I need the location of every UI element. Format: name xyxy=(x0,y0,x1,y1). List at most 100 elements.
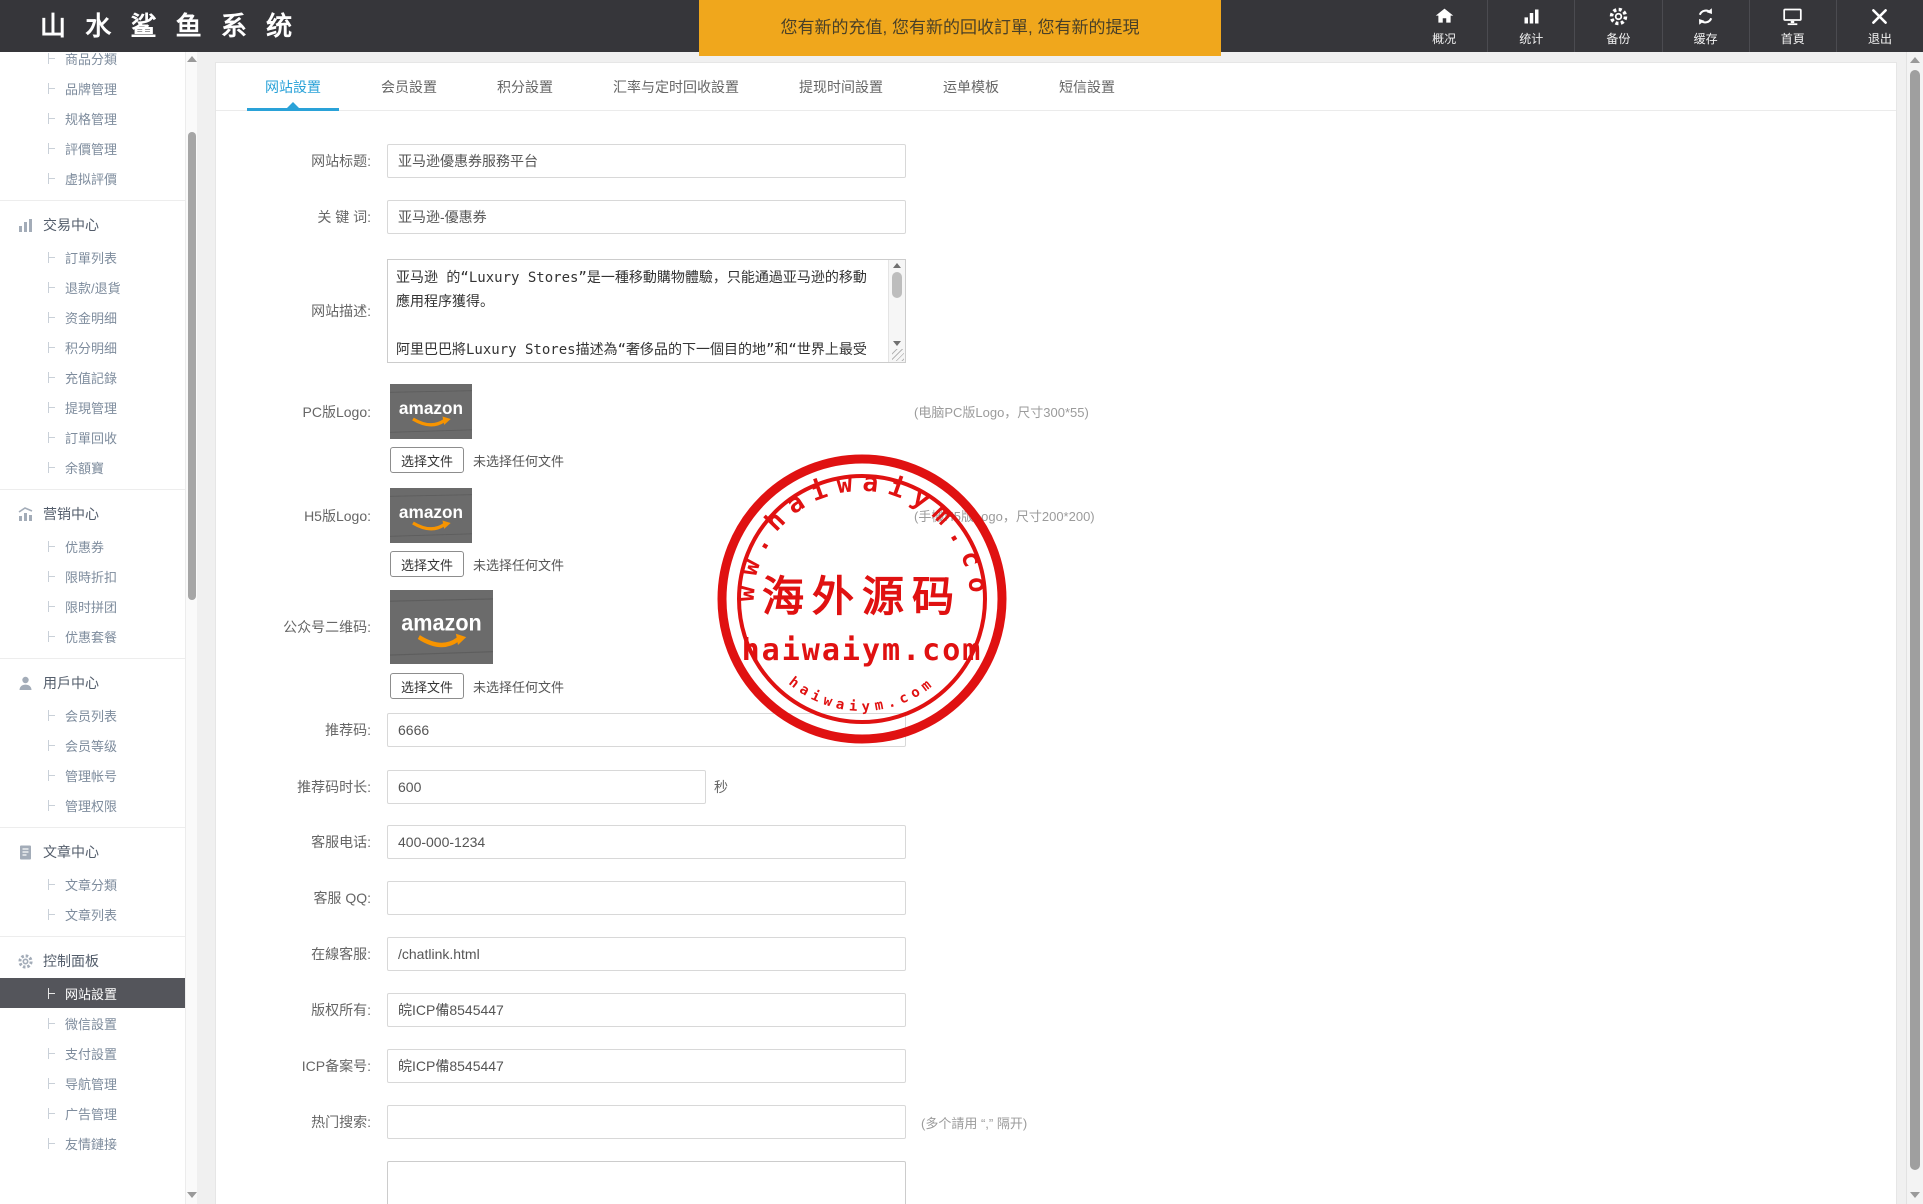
sidebar-item[interactable]: 网站設置 xyxy=(0,978,185,1008)
sidebar-item[interactable]: 提現管理 xyxy=(0,392,185,422)
branch-icon xyxy=(48,83,57,94)
choose-file-button[interactable]: 选择文件 xyxy=(390,447,464,473)
sidebar-item[interactable]: 評價管理 xyxy=(0,133,185,163)
sidebar-item[interactable]: 限时拼团 xyxy=(0,591,185,621)
sidebar-section-control-panel[interactable]: 控制面板 xyxy=(0,944,185,978)
sidebar-item[interactable]: 訂單列表 xyxy=(0,242,185,272)
sidebar-item[interactable]: 管理权限 xyxy=(0,790,185,820)
resize-grip-icon[interactable] xyxy=(892,349,904,361)
sidebar-item[interactable]: 友情鏈接 xyxy=(0,1128,185,1158)
nav-cache[interactable]: 缓存 xyxy=(1662,0,1749,52)
sidebar-section-trade[interactable]: 交易中心 xyxy=(0,208,185,242)
page-scrollbar-thumb[interactable] xyxy=(1910,70,1920,1170)
branch-icon xyxy=(48,1018,57,1029)
sidebar-item[interactable]: 訂單回收 xyxy=(0,422,185,452)
sidebar-item[interactable]: 规格管理 xyxy=(0,103,185,133)
choose-file-button[interactable]: 选择文件 xyxy=(390,673,464,699)
tab[interactable]: 网站設置 xyxy=(247,63,339,110)
sidebar-item[interactable]: 退款/退貨 xyxy=(0,272,185,302)
scroll-down-icon[interactable] xyxy=(893,341,901,346)
sidebar-item[interactable]: 导航管理 xyxy=(0,1068,185,1098)
branch-icon xyxy=(48,800,57,811)
sidebar-item[interactable]: 积分明细 xyxy=(0,332,185,362)
tab[interactable]: 会员設置 xyxy=(363,63,455,110)
textarea-scrollbar xyxy=(888,260,905,362)
nav-stats[interactable]: 统计 xyxy=(1487,0,1574,52)
scroll-up-icon[interactable] xyxy=(187,56,197,62)
sidebar-item[interactable]: 品牌管理 xyxy=(0,73,185,103)
sidebar-item[interactable]: 商品分類 xyxy=(0,52,185,73)
ref-code-input[interactable] xyxy=(387,713,906,747)
sidebar-item[interactable]: 优惠券 xyxy=(0,531,185,561)
sidebar-item[interactable]: 会员列表 xyxy=(0,700,185,730)
sidebar-section-users[interactable]: 用戶中心 xyxy=(0,666,185,700)
tab[interactable]: 运单模板 xyxy=(925,63,1017,110)
icp-input[interactable] xyxy=(387,1049,906,1083)
sidebar-section-label: 营销中心 xyxy=(43,504,99,524)
sidebar-item-label: 管理帐号 xyxy=(65,766,117,785)
sidebar-item[interactable]: 微信設置 xyxy=(0,1008,185,1038)
sidebar-item[interactable]: 管理帐号 xyxy=(0,760,185,790)
nav-backup[interactable]: 备份 xyxy=(1574,0,1661,52)
description-textarea[interactable]: 亚马逊 的“Luxury Stores”是一種移動購物體驗，只能通過亚马逊的移動… xyxy=(388,260,905,362)
sidebar-item-label: 評價管理 xyxy=(65,139,117,158)
sidebar-item[interactable]: 余額寶 xyxy=(0,452,185,482)
sidebar-item[interactable]: 资金明细 xyxy=(0,302,185,332)
choose-file-button[interactable]: 选择文件 xyxy=(390,551,464,577)
branch-icon xyxy=(48,541,57,552)
sidebar-item[interactable]: 虚拟評價 xyxy=(0,163,185,193)
form-row-online-service: 在線客服: xyxy=(216,937,1896,971)
textarea-scrollbar-thumb[interactable] xyxy=(892,272,902,298)
form-row-icp: ICP备案号: xyxy=(216,1049,1896,1083)
sidebar-scrollbar-thumb[interactable] xyxy=(188,132,196,600)
keywords-input[interactable] xyxy=(387,200,906,234)
copyright-input[interactable] xyxy=(387,993,906,1027)
sidebar-item[interactable]: 充值記錄 xyxy=(0,362,185,392)
sidebar-item[interactable]: 会员等级 xyxy=(0,730,185,760)
tab[interactable]: 汇率与定时回收設置 xyxy=(595,63,757,110)
scroll-down-icon[interactable] xyxy=(1910,1192,1920,1198)
sidebar-section-marketing[interactable]: 营销中心 xyxy=(0,497,185,531)
monitor-icon xyxy=(1782,6,1803,27)
nav-overview[interactable]: 概况 xyxy=(1401,0,1487,52)
sidebar-section-articles[interactable]: 文章中心 xyxy=(0,835,185,869)
sidebar-item[interactable]: 广告管理 xyxy=(0,1098,185,1128)
tab[interactable]: 提现时间設置 xyxy=(781,63,901,110)
tab[interactable]: 短信設置 xyxy=(1041,63,1133,110)
scroll-up-icon[interactable] xyxy=(1910,57,1920,63)
sidebar-section-label: 交易中心 xyxy=(43,215,99,235)
form-row-site-title: 网站标题: xyxy=(216,144,1896,178)
sidebar-item[interactable]: 支付設置 xyxy=(0,1038,185,1068)
sidebar-top-items: 商品分類 品牌管理 规格管理 評價管理 xyxy=(0,52,185,193)
hot-search-input[interactable] xyxy=(387,1105,906,1139)
sidebar-section-trade-items: 訂單列表 退款/退貨 资金明细 积分明细 xyxy=(0,242,185,482)
branch-icon xyxy=(48,770,57,781)
notification-banner[interactable]: 您有新的充值, 您有新的回收訂單, 您有新的提現 xyxy=(699,0,1221,56)
scroll-down-icon[interactable] xyxy=(187,1192,197,1198)
scroll-up-icon[interactable] xyxy=(893,263,901,268)
branch-icon xyxy=(48,1048,57,1059)
sidebar-item[interactable]: 优惠套餐 xyxy=(0,621,185,651)
ref-duration-input[interactable] xyxy=(387,770,706,804)
tab[interactable]: 积分設置 xyxy=(479,63,571,110)
nav-label: 缓存 xyxy=(1694,30,1718,47)
sidebar-section-users-items: 会员列表 会员等级 管理帐号 管理权限 xyxy=(0,700,185,820)
service-qq-input[interactable] xyxy=(387,881,906,915)
sidebar-item[interactable]: 限時折扣 xyxy=(0,561,185,591)
field-label: 网站描述: xyxy=(216,301,371,321)
nav-homepage[interactable]: 首頁 xyxy=(1749,0,1836,52)
sidebar-item-label: 支付設置 xyxy=(65,1044,117,1063)
bottom-textarea[interactable] xyxy=(387,1161,906,1204)
sidebar-item[interactable]: 文章分類 xyxy=(0,869,185,899)
service-phone-input[interactable] xyxy=(387,825,906,859)
sidebar-item[interactable]: 文章列表 xyxy=(0,899,185,929)
online-service-input[interactable] xyxy=(387,937,906,971)
nav-logout[interactable]: 退出 xyxy=(1836,0,1923,52)
branch-icon xyxy=(48,312,57,323)
exit-icon xyxy=(1869,6,1890,27)
pc-logo-image: amazon xyxy=(390,384,472,439)
field-label: 网站标题: xyxy=(216,151,371,171)
site-title-input[interactable] xyxy=(387,144,906,178)
form-row-h5-logo: H5版Logo: amazon (手機H5版Logo，尺寸200*200) xyxy=(216,488,1896,543)
form-row-copyright: 版权所有: xyxy=(216,993,1896,1027)
